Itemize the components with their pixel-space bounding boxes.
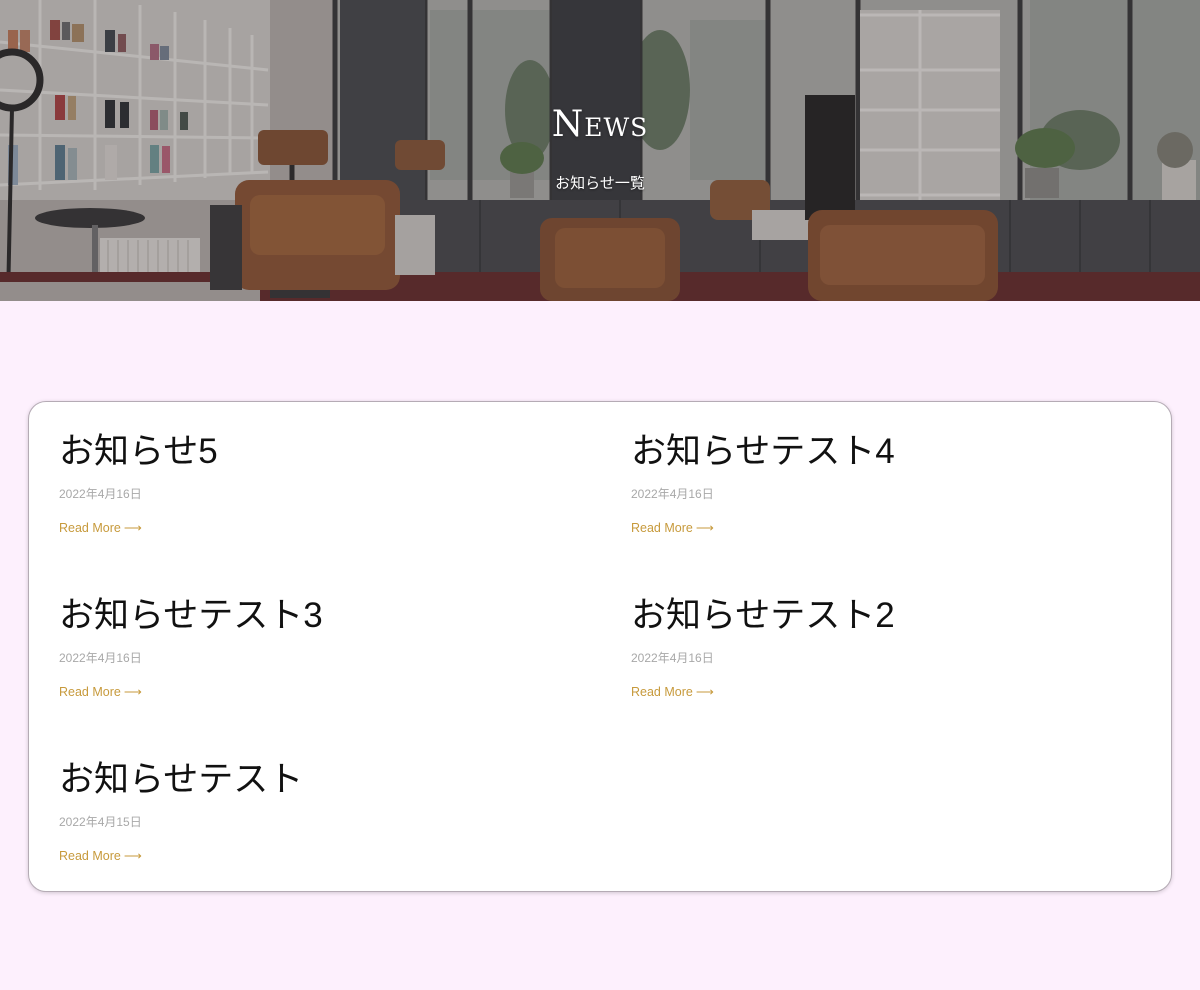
hero-banner: News お知らせ一覧 bbox=[0, 0, 1200, 301]
news-item-title[interactable]: お知らせテスト2 bbox=[631, 596, 1131, 636]
news-item: お知らせテスト4 2022年4月16日 Read More ⟶ bbox=[631, 432, 1131, 536]
read-more-link[interactable]: Read More ⟶ bbox=[631, 521, 714, 535]
page-title: News bbox=[551, 104, 649, 145]
news-item-date: 2022年4月16日 bbox=[59, 487, 142, 501]
arrow-right-icon: ⟶ bbox=[123, 685, 142, 699]
read-more-link[interactable]: Read More ⟶ bbox=[59, 685, 142, 699]
read-more-link[interactable]: Read More ⟶ bbox=[59, 521, 142, 535]
arrow-right-icon: ⟶ bbox=[123, 521, 142, 535]
read-more-label: Read More bbox=[59, 521, 121, 535]
read-more-label: Read More bbox=[631, 685, 693, 699]
news-item: お知らせ5 2022年4月16日 Read More ⟶ bbox=[59, 432, 559, 536]
news-item-title[interactable]: お知らせテスト bbox=[59, 760, 559, 800]
news-item-title[interactable]: お知らせ5 bbox=[59, 432, 559, 472]
news-item-date: 2022年4月16日 bbox=[631, 651, 714, 665]
hero-overlay bbox=[0, 0, 1200, 301]
read-more-label: Read More bbox=[59, 849, 121, 863]
page-subtitle: お知らせ一覧 bbox=[555, 174, 645, 192]
news-item-date: 2022年4月15日 bbox=[59, 815, 142, 829]
news-item: お知らせテスト2 2022年4月16日 Read More ⟶ bbox=[631, 596, 1131, 700]
news-item-title[interactable]: お知らせテスト3 bbox=[59, 596, 559, 636]
news-item: お知らせテスト 2022年4月15日 Read More ⟶ bbox=[59, 760, 559, 864]
read-more-label: Read More bbox=[59, 685, 121, 699]
arrow-right-icon: ⟶ bbox=[695, 685, 714, 699]
news-item-date: 2022年4月16日 bbox=[631, 487, 714, 501]
read-more-link[interactable]: Read More ⟶ bbox=[631, 685, 714, 699]
news-item: お知らせテスト3 2022年4月16日 Read More ⟶ bbox=[59, 596, 559, 700]
read-more-label: Read More bbox=[631, 521, 693, 535]
arrow-right-icon: ⟶ bbox=[123, 849, 142, 863]
news-item-date: 2022年4月16日 bbox=[59, 651, 142, 665]
news-item-title[interactable]: お知らせテスト4 bbox=[631, 432, 1131, 472]
news-list-card: お知らせ5 2022年4月16日 Read More ⟶ お知らせテスト4 202… bbox=[28, 401, 1172, 892]
read-more-link[interactable]: Read More ⟶ bbox=[59, 849, 142, 863]
arrow-right-icon: ⟶ bbox=[695, 521, 714, 535]
